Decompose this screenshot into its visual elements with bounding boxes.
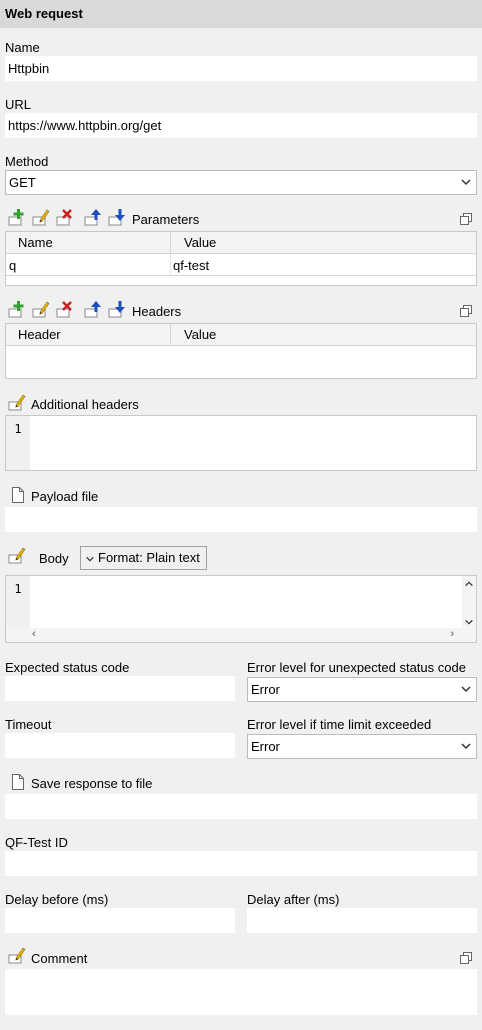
add-row-icon[interactable] <box>8 208 28 226</box>
column-header-name[interactable]: Name <box>18 235 53 250</box>
comment-label: Comment <box>31 951 88 966</box>
column-header-value[interactable]: Value <box>184 235 216 250</box>
url-label: URL <box>5 97 32 112</box>
scroll-right-icon[interactable]: › <box>450 628 454 640</box>
remove-row-icon[interactable] <box>56 208 76 226</box>
parameters-header-row: Name Value <box>6 232 476 254</box>
error-level-status-value: Error <box>251 682 280 697</box>
body-label: Body <box>39 551 69 566</box>
copy-icon[interactable] <box>460 213 472 225</box>
headers-table[interactable]: Header Value <box>5 323 477 379</box>
copy-icon[interactable] <box>460 952 472 964</box>
add-header-icon[interactable] <box>8 300 28 318</box>
line-number: 1 <box>6 416 30 470</box>
name-label: Name <box>5 40 40 55</box>
payload-file-label: Payload file <box>31 489 99 504</box>
method-select[interactable]: GET <box>5 170 477 195</box>
param-name-cell[interactable]: q <box>9 258 16 273</box>
parameters-label: Parameters <box>132 212 200 227</box>
edit-icon[interactable] <box>8 393 28 411</box>
payload-file-input[interactable] <box>5 507 477 532</box>
edit-icon[interactable] <box>8 546 28 564</box>
error-level-time-label: Error level if time limit exceeded <box>247 717 432 732</box>
body-editor[interactable]: 1 ‹ › <box>5 575 477 643</box>
delay-before-label: Delay before (ms) <box>5 892 109 907</box>
move-header-down-icon[interactable] <box>108 300 128 318</box>
comment-textarea[interactable] <box>5 969 477 1015</box>
edit-row-icon[interactable] <box>32 208 52 226</box>
error-level-status-label: Error level for unexpected status code <box>247 660 466 675</box>
scroll-left-icon[interactable]: ‹ <box>32 628 36 640</box>
timeout-input[interactable] <box>5 733 235 758</box>
chevron-down-icon <box>461 179 471 185</box>
chevron-down-icon <box>86 556 94 561</box>
format-dropdown-button[interactable]: Format: Plain text <box>80 546 207 570</box>
parameters-toolbar: Parameters <box>5 208 477 228</box>
file-icon[interactable] <box>11 487 25 503</box>
error-level-time-value: Error <box>251 739 280 754</box>
expected-status-input[interactable] <box>5 676 235 701</box>
column-header-header[interactable]: Header <box>18 327 61 342</box>
error-level-time-select[interactable]: Error <box>247 734 477 759</box>
parameters-table[interactable]: Name Value q qf-test <box>5 231 477 286</box>
format-button-label: Format: Plain text <box>98 550 200 565</box>
additional-headers-row: Additional headers <box>5 393 305 413</box>
panel-title: Web request <box>0 0 482 28</box>
chevron-down-icon <box>461 686 471 692</box>
additional-headers-editor[interactable]: 1 <box>5 415 477 471</box>
chevron-down-icon <box>461 743 471 749</box>
horizontal-scrollbar[interactable]: ‹ › <box>6 628 462 642</box>
copy-icon[interactable] <box>460 305 472 317</box>
method-label: Method <box>5 154 49 169</box>
scroll-down-icon[interactable] <box>464 617 474 627</box>
delay-before-input[interactable] <box>5 908 235 933</box>
headers-header-row: Header Value <box>6 324 476 346</box>
scroll-up-icon[interactable] <box>464 579 474 589</box>
remove-header-icon[interactable] <box>56 300 76 318</box>
move-up-icon[interactable] <box>84 208 104 226</box>
delay-after-input[interactable] <box>247 908 477 933</box>
headers-label: Headers <box>132 304 182 319</box>
column-header-value[interactable]: Value <box>184 327 216 342</box>
method-value: GET <box>9 175 36 190</box>
qftest-id-label: QF-Test ID <box>5 835 68 850</box>
timeout-label: Timeout <box>5 717 52 732</box>
line-number: 1 <box>6 576 30 628</box>
headers-toolbar: Headers <box>5 300 477 320</box>
additional-headers-label: Additional headers <box>31 397 139 412</box>
move-down-icon[interactable] <box>108 208 128 226</box>
error-level-status-select[interactable]: Error <box>247 677 477 702</box>
param-value-cell[interactable]: qf-test <box>173 258 209 273</box>
url-input[interactable]: https://www.httpbin.org/get <box>5 113 477 138</box>
delay-after-label: Delay after (ms) <box>247 892 340 907</box>
table-row[interactable]: q qf-test <box>6 254 476 276</box>
vertical-scrollbar[interactable] <box>462 576 476 642</box>
save-response-input[interactable] <box>5 794 477 819</box>
edit-icon[interactable] <box>8 946 28 964</box>
edit-header-icon[interactable] <box>32 300 52 318</box>
save-response-label: Save response to file <box>31 776 153 791</box>
qftest-id-input[interactable] <box>5 851 477 876</box>
expected-status-label: Expected status code <box>5 660 130 675</box>
file-icon[interactable] <box>11 774 25 790</box>
move-header-up-icon[interactable] <box>84 300 104 318</box>
name-input[interactable]: Httpbin <box>5 56 477 81</box>
